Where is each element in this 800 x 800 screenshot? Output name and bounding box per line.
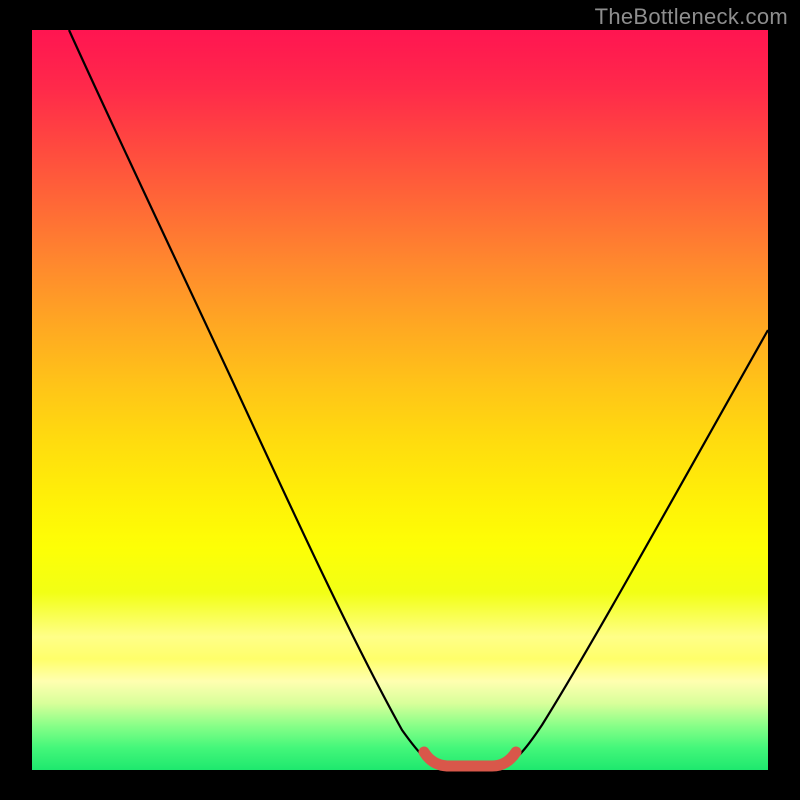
bottleneck-curve-left bbox=[69, 30, 442, 765]
bottleneck-curve-right bbox=[502, 330, 768, 765]
chart-frame: TheBottleneck.com bbox=[0, 0, 800, 800]
plot-gradient-area bbox=[32, 30, 768, 770]
watermark-text: TheBottleneck.com bbox=[595, 4, 788, 30]
flat-bottom-highlight bbox=[424, 752, 516, 766]
curve-layer bbox=[32, 30, 768, 770]
